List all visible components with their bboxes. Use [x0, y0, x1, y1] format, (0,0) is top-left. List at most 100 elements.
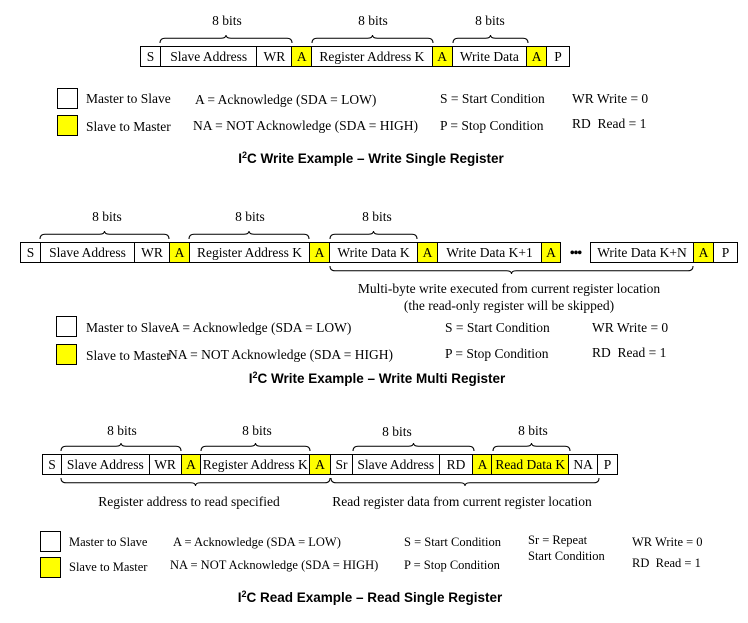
top-brace-label: 8 bits: [242, 423, 272, 438]
top-brace: [60, 442, 182, 452]
frame-cell-stop: P: [603, 456, 612, 472]
legend-master-to-slave: Master to Slave: [86, 91, 171, 106]
frame-cell-register-address: Register Address K: [189, 242, 309, 263]
legend-read: RD Read = 1: [632, 556, 701, 570]
frame-cell-slave-address: Slave Address: [353, 455, 440, 474]
diagram-title: I2C Write Example – Write Multi Register: [249, 371, 506, 387]
legend-swatch-master-to-slave: [56, 316, 77, 337]
top-brace: [159, 34, 293, 44]
legend-start: S = Start Condition: [440, 91, 545, 106]
bottom-note: Read register data from current register…: [332, 494, 592, 509]
legend-read: RD Read = 1: [572, 116, 647, 131]
legend-ack: A = Acknowledge (SDA = LOW): [195, 92, 377, 107]
legend-swatch-slave-to-master: [56, 344, 77, 365]
legend-slave-to-master: Slave to Master: [69, 560, 148, 574]
frame-cell-ack: A: [432, 47, 453, 66]
frame-cell-slave-address: Slave Address: [40, 242, 134, 263]
top-brace-label: 8 bits: [382, 424, 412, 439]
legend-master-to-slave: Master to Slave: [69, 535, 148, 549]
frame-cell-write-bit: WR: [134, 242, 169, 263]
legend-swatch-master-to-slave: [40, 531, 61, 552]
frame-cell-start: S: [43, 455, 62, 474]
legend-stop: P = Stop Condition: [440, 118, 544, 133]
legend-write: WR Write = 0: [632, 535, 703, 549]
legend-read: RD Read = 1: [592, 345, 667, 360]
top-brace: [452, 34, 529, 44]
legend-start: S = Start Condition: [445, 320, 550, 335]
legend-start: S = Start Condition: [404, 535, 501, 549]
frame-cell-ack: A: [292, 47, 313, 66]
frame-cell-ack: A: [473, 455, 493, 474]
legend-write: WR Write = 0: [592, 320, 669, 335]
i2c-frame: S Slave Address WR A Register Address K …: [140, 46, 570, 67]
legend-slave-to-master: Slave to Master: [86, 119, 171, 134]
frame-cell-write-bit: WR: [257, 47, 293, 66]
frame-cell-write-data-kn: Write Data K+N: [590, 242, 693, 263]
frame-cell-stop: P: [554, 48, 562, 64]
frame-cell-stop: P: [713, 242, 738, 263]
bottom-note: Register address to read specified: [98, 494, 280, 509]
frame-cell-ack: A: [527, 47, 548, 66]
top-brace-label: 8 bits: [92, 209, 122, 224]
frame-cell-repeat-start: Sr: [331, 455, 353, 474]
legend-nack: NA = NOT Acknowledge (SDA = HIGH): [193, 118, 418, 133]
legend-ack: A = Acknowledge (SDA = LOW): [173, 535, 341, 549]
frame-cell-write-data: Write Data: [453, 47, 528, 66]
top-brace: [188, 230, 310, 240]
bottom-brace: [329, 265, 694, 275]
legend-swatch-slave-to-master: [40, 557, 61, 578]
frame-cell-ack: A: [181, 455, 202, 474]
legend-repeat-start: Sr = Repeat: [528, 533, 588, 547]
top-brace-label: 8 bits: [107, 423, 137, 438]
title-text: C Write Example – Write Multi Register: [257, 371, 506, 386]
legend-swatch-slave-to-master: [57, 115, 78, 136]
frame-cell-register-address: Register Address K: [312, 47, 433, 66]
top-brace-label: 8 bits: [358, 13, 388, 28]
title-text: C Read Example – Read Single Register: [246, 590, 503, 605]
top-brace: [311, 34, 434, 44]
top-brace: [329, 230, 418, 240]
top-brace-label: 8 bits: [518, 423, 548, 438]
legend-nack: NA = NOT Acknowledge (SDA = HIGH): [170, 558, 379, 572]
top-brace-label: 8 bits: [212, 13, 242, 28]
legend-ack: A = Acknowledge (SDA = LOW): [170, 320, 352, 335]
frame-cell-nack: NA: [569, 455, 599, 474]
legend-stop: P = Stop Condition: [445, 346, 549, 361]
frame-cell-register-address: Register Address K: [201, 455, 311, 474]
frame-cell-ack: A: [693, 242, 713, 263]
frame-cell-ack: A: [417, 242, 437, 263]
title-text: C Write Example – Write Single Register: [246, 151, 504, 166]
frame-cell-start: S: [20, 242, 40, 263]
frame-cell-write-data-k1: Write Data K+1: [437, 242, 541, 263]
bottom-note: (the read-only register will be skipped): [403, 298, 615, 313]
diagram-title: I2C Read Example – Read Single Register: [238, 590, 503, 606]
top-brace-label: 8 bits: [475, 13, 505, 28]
frame-cell-slave-address: Slave Address: [161, 47, 258, 66]
bottom-brace: [330, 477, 600, 487]
i2c-frame: S Slave Address WR A Register Address K …: [20, 242, 738, 263]
bottom-note: Multi-byte write executed from current r…: [357, 281, 661, 296]
frame-cell-ack: A: [541, 242, 561, 263]
top-brace: [352, 442, 475, 452]
bottom-brace: [60, 477, 331, 487]
legend-swatch-master-to-slave: [57, 88, 78, 109]
top-brace: [492, 442, 571, 452]
frame-cell-ack: A: [309, 242, 329, 263]
legend-write: WR Write = 0: [572, 91, 649, 106]
top-brace: [39, 230, 170, 240]
legend-master-to-slave: Master to Slave: [86, 320, 171, 335]
frame-cell-write-data-k: Write Data K: [329, 242, 417, 263]
frame-cell-ack: A: [169, 242, 189, 263]
frame-ellipsis: •••: [569, 244, 582, 260]
frame-cell-read-data: Read Data K: [492, 455, 570, 474]
i2c-frame: S Slave Address WR A Register Address K …: [42, 454, 618, 475]
legend-repeat-start-cont: Start Condition: [528, 549, 605, 563]
frame-cell-write-bit: WR: [150, 455, 182, 474]
top-brace: [200, 442, 311, 452]
diagram-title: I2C Write Example – Write Single Registe…: [238, 151, 504, 167]
frame-cell-start: S: [141, 47, 161, 66]
top-brace-label: 8 bits: [235, 209, 265, 224]
top-brace-label: 8 bits: [362, 209, 392, 224]
frame-cell-ack: A: [310, 455, 331, 474]
frame-cell-slave-address: Slave Address: [62, 455, 150, 474]
